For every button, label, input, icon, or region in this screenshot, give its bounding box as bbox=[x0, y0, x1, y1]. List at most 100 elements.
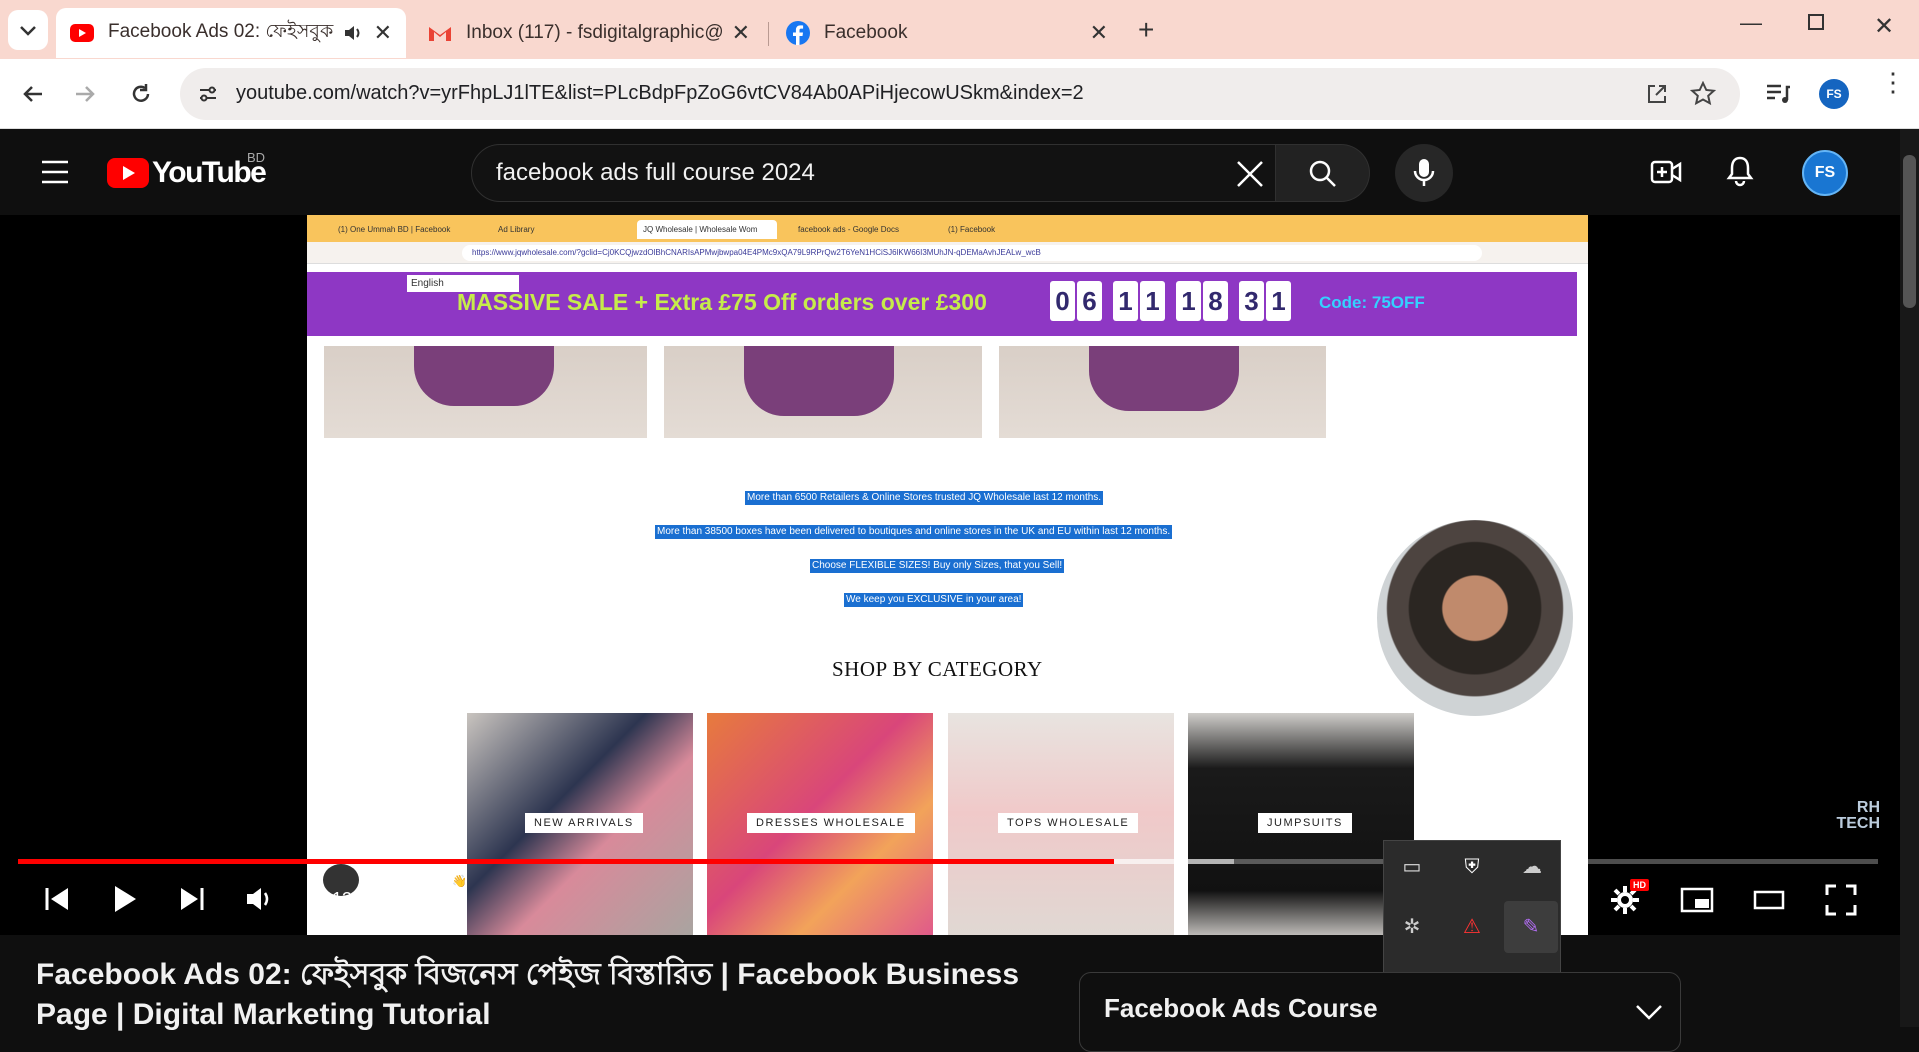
inner-tab: Ad Library bbox=[498, 225, 535, 234]
video-title: Facebook Ads 02: ফেইসবুক বিজনেস পেইজ বিস… bbox=[36, 958, 1020, 1031]
search-button[interactable] bbox=[1276, 144, 1370, 202]
category-label: DRESSES WHOLESALE bbox=[747, 813, 915, 833]
time-display: 16:13 / 27:31 bbox=[307, 889, 413, 909]
progress-bar[interactable] bbox=[18, 859, 1878, 864]
promo-code: Code: 75OFF bbox=[1319, 293, 1425, 312]
scrollbar-thumb[interactable] bbox=[1903, 155, 1916, 308]
countdown-digit: 6 bbox=[1077, 281, 1102, 321]
theater-mode-icon[interactable] bbox=[1753, 890, 1785, 910]
countdown-digit: 1 bbox=[1140, 281, 1165, 321]
tab-separator bbox=[768, 22, 769, 46]
sale-banner: English MASSIVE SALE + Extra £75 Off ord… bbox=[307, 272, 1577, 336]
create-video-icon[interactable] bbox=[1650, 157, 1682, 187]
close-tab-icon[interactable]: ✕ bbox=[1090, 20, 1108, 46]
inner-tab-strip: (1) One Ummah BD | Facebook Ad Library J… bbox=[307, 215, 1588, 242]
close-window-icon[interactable]: ✕ bbox=[1874, 12, 1894, 41]
product-photo bbox=[664, 346, 982, 438]
reload-icon[interactable] bbox=[128, 81, 154, 107]
playlist-title: Facebook Ads Course bbox=[1104, 993, 1378, 1023]
tab-facebook[interactable]: Facebook ✕ bbox=[772, 8, 1122, 58]
youtube-favicon-icon bbox=[70, 24, 94, 42]
tab-title: Facebook Ads 02: ফেইসবুক bbox=[108, 21, 334, 42]
chevron-down-icon bbox=[20, 26, 36, 36]
security-shield-icon[interactable]: ⛨ bbox=[1454, 849, 1490, 885]
progress-played bbox=[18, 859, 1114, 864]
playlist-panel[interactable]: Facebook Ads Course bbox=[1079, 972, 1681, 1052]
tab-search-button[interactable] bbox=[8, 10, 48, 50]
inner-tab: facebook ads - Google Docs bbox=[798, 225, 899, 234]
youtube-logo-icon bbox=[107, 158, 149, 188]
minimize-icon[interactable]: — bbox=[1740, 10, 1762, 36]
tab-youtube[interactable]: Facebook Ads 02: ফেইসবুক ✕ bbox=[56, 8, 406, 58]
back-arrow-icon[interactable] bbox=[20, 81, 46, 107]
site-info-icon[interactable] bbox=[196, 82, 220, 106]
browser-toolbar: youtube.com/watch?v=yrFhpLJ1lTE&list=PLc… bbox=[0, 59, 1919, 129]
clear-search-icon[interactable] bbox=[1235, 159, 1265, 189]
acrobat-icon[interactable]: ⚠ bbox=[1454, 909, 1490, 945]
category-label: TOPS WHOLESALE bbox=[998, 813, 1139, 833]
hamburger-menu-icon[interactable] bbox=[40, 159, 70, 185]
close-tab-icon[interactable]: ✕ bbox=[374, 20, 392, 46]
facebook-favicon-icon bbox=[786, 21, 810, 45]
url-text: youtube.com/watch?v=yrFhpLJ1lTE&list=PLc… bbox=[236, 82, 1084, 104]
chat-label: Chat with us 👋 bbox=[383, 874, 468, 888]
inner-url: https://www.jqwholesale.com/?gclid=Cj0KC… bbox=[462, 245, 1482, 261]
search-input[interactable]: facebook ads full course 2024 bbox=[471, 144, 1276, 202]
profile-avatar[interactable]: FS bbox=[1819, 79, 1849, 109]
play-icon[interactable] bbox=[112, 884, 138, 914]
close-tab-icon[interactable]: ✕ bbox=[732, 20, 750, 46]
sale-text: MASSIVE SALE + Extra £75 Off orders over… bbox=[457, 289, 987, 315]
countdown-digit: 1 bbox=[1113, 281, 1138, 321]
tab-title: Facebook bbox=[824, 22, 908, 43]
highlighted-text: Choose FLEXIBLE SIZES! Buy only Sizes, t… bbox=[810, 559, 1065, 573]
hd-badge: HD bbox=[1630, 879, 1649, 891]
chevron-down-icon[interactable] bbox=[1635, 1003, 1663, 1023]
category-label: NEW ARRIVALS bbox=[525, 813, 643, 833]
category-tile: DRESSES WHOLESALE bbox=[707, 713, 933, 935]
gmail-favicon-icon bbox=[429, 27, 451, 41]
previous-icon[interactable] bbox=[43, 885, 71, 913]
forward-arrow-icon[interactable] bbox=[72, 81, 98, 107]
new-tab-button[interactable]: + bbox=[1138, 14, 1154, 46]
inner-tab: (1) Facebook bbox=[948, 225, 996, 234]
highlighted-text: We keep you EXCLUSIVE in your area! bbox=[844, 593, 1024, 607]
browser-menu-icon[interactable]: ⋮ bbox=[1880, 69, 1906, 95]
feather-icon[interactable]: ✎ bbox=[1504, 901, 1558, 953]
shop-by-category-heading: SHOP BY CATEGORY bbox=[832, 657, 1043, 681]
account-avatar[interactable]: FS bbox=[1802, 150, 1848, 196]
bluetooth-icon[interactable]: ✲ bbox=[1394, 909, 1430, 945]
youtube-header: YouTube BD facebook ads full course 2024… bbox=[0, 129, 1900, 215]
notifications-bell-icon[interactable] bbox=[1725, 155, 1755, 187]
channel-watermark: RH TECH bbox=[1836, 799, 1880, 832]
countdown-digit: 3 bbox=[1239, 281, 1264, 321]
browser-tab-strip: Facebook Ads 02: ফেইসবুক ✕ Inbox (117) -… bbox=[0, 0, 1919, 59]
monitor-icon[interactable]: ▭ bbox=[1394, 849, 1430, 885]
category-tile: TOPS WHOLESALE bbox=[948, 713, 1174, 935]
fullscreen-icon[interactable] bbox=[1825, 884, 1857, 916]
category-tile: NEW ARRIVALS bbox=[467, 713, 693, 935]
tab-title: Inbox (117) - fsdigitalgraphic@ bbox=[466, 22, 722, 43]
address-bar[interactable]: youtube.com/watch?v=yrFhpLJ1lTE&list=PLc… bbox=[180, 68, 1740, 120]
countdown-digit: 1 bbox=[1176, 281, 1201, 321]
voice-search-button[interactable] bbox=[1395, 144, 1453, 202]
bookmark-star-icon[interactable] bbox=[1690, 81, 1716, 107]
volume-icon[interactable] bbox=[245, 886, 273, 912]
miniplayer-icon[interactable] bbox=[1680, 887, 1714, 913]
speaker-icon[interactable] bbox=[342, 22, 364, 44]
category-tile: JUMPSUITS bbox=[1188, 713, 1414, 935]
next-icon[interactable] bbox=[178, 885, 206, 913]
tab-gmail[interactable]: Inbox (117) - fsdigitalgraphic@ ✕ bbox=[414, 8, 764, 58]
category-label: JUMPSUITS bbox=[1258, 813, 1352, 833]
product-photo bbox=[324, 346, 647, 438]
presenter-webcam bbox=[1377, 520, 1573, 716]
search-icon bbox=[1309, 160, 1336, 187]
cloud-offline-icon[interactable]: ☁ bbox=[1514, 849, 1550, 885]
restore-icon[interactable] bbox=[1808, 14, 1824, 30]
youtube-logo[interactable]: YouTube BD bbox=[107, 150, 267, 190]
media-control-icon[interactable] bbox=[1765, 81, 1791, 107]
progress-buffered bbox=[1113, 859, 1234, 864]
microphone-icon bbox=[1413, 159, 1435, 186]
open-in-app-icon[interactable] bbox=[1645, 82, 1669, 106]
countdown-digit: 1 bbox=[1266, 281, 1291, 321]
product-photo bbox=[999, 346, 1326, 438]
